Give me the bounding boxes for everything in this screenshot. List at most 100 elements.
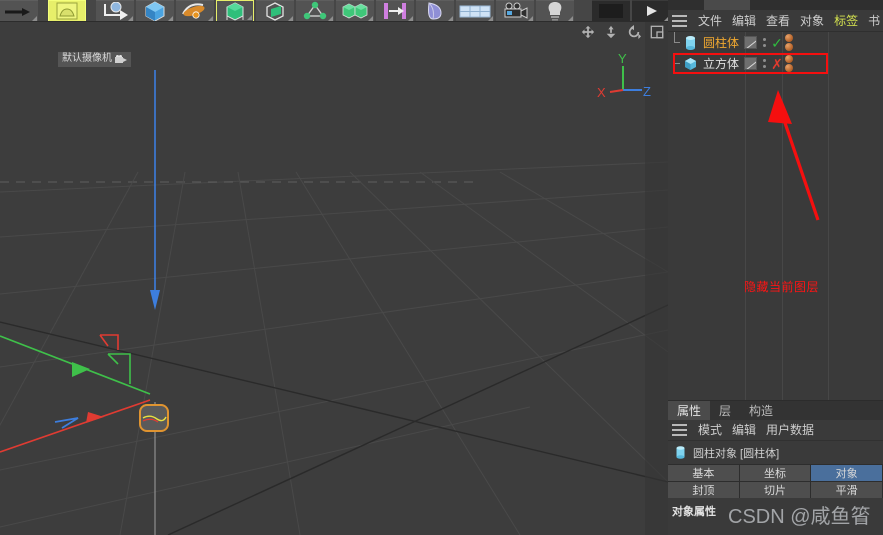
move-tool-button[interactable] <box>96 0 134 21</box>
viewport[interactable]: 默认摄像机 Y Z X <box>0 22 668 535</box>
tag-icon[interactable] <box>785 64 793 72</box>
undo-redo-tool-button[interactable] <box>0 0 38 21</box>
tool-expand-corner[interactable] <box>448 15 453 21</box>
move-view-icon[interactable] <box>581 25 595 39</box>
pan-view-icon[interactable] <box>604 25 618 39</box>
hamburger-icon[interactable] <box>672 424 687 436</box>
cube-blue-icon <box>145 1 165 21</box>
visibility-disabled-icon[interactable]: ✗ <box>771 57 783 71</box>
hamburger-icon[interactable] <box>672 14 687 27</box>
menu-item-tags[interactable]: 标签 <box>829 14 863 28</box>
cube-primitive-tool-button[interactable] <box>216 0 254 21</box>
tool-expand-corner[interactable] <box>408 15 413 21</box>
tool-expand-corner[interactable] <box>247 14 252 20</box>
tool-expand-corner[interactable] <box>528 15 533 21</box>
tool-expand-corner[interactable] <box>128 15 133 21</box>
tab-layers[interactable]: 层 <box>710 401 740 420</box>
cylinder-icon <box>676 446 685 459</box>
object-tags[interactable] <box>785 55 793 72</box>
symmetry-tool-button[interactable] <box>376 0 414 21</box>
mirror-bars-icon <box>384 3 406 19</box>
object-tags[interactable] <box>785 34 793 51</box>
menu-item-bookmarks[interactable]: 书 <box>863 14 883 28</box>
video-camera-icon <box>504 2 528 19</box>
right-panel: 文件 编辑 查看 对象 标签 书 圆柱体 ✓ 立方体 ✗ 隐藏当前图层 属性 层… <box>668 0 883 535</box>
tag-icon[interactable] <box>785 34 793 42</box>
cube-icon <box>685 57 696 70</box>
object-row-controls: ✗ <box>744 57 783 71</box>
material-chip[interactable] <box>744 57 757 70</box>
main-toolbar <box>0 0 668 22</box>
arrow-right-icon <box>5 8 30 16</box>
menu-item-userdata[interactable]: 用户数据 <box>761 423 819 437</box>
light-bulb-icon <box>548 2 562 21</box>
attr-button-object[interactable]: 对象 <box>811 465 883 481</box>
camera-label-text: 默认摄像机 <box>62 53 112 64</box>
tag-icon[interactable] <box>785 55 793 63</box>
live-selection-tool-button[interactable] <box>48 0 86 21</box>
tool-expand-corner[interactable] <box>208 15 213 21</box>
attr-button-slice[interactable]: 切片 <box>739 482 812 498</box>
menu-item-edit[interactable]: 编辑 <box>727 423 761 437</box>
tree-branch-icon <box>670 53 683 74</box>
spline-tool-button[interactable] <box>256 0 294 21</box>
camera-tool-button[interactable] <box>496 0 534 21</box>
rotate-tool-button[interactable] <box>176 0 214 21</box>
bend-shape-icon <box>428 2 442 20</box>
attr-button-coordinates[interactable]: 坐标 <box>739 465 812 481</box>
attr-button-basic[interactable]: 基本 <box>668 465 740 481</box>
viewport-3d-scene <box>0 22 668 535</box>
viewport-nav-controls <box>581 25 664 39</box>
visibility-dots[interactable] <box>763 38 766 47</box>
object-name: 圆柱体 <box>703 35 740 50</box>
tool-expand-corner[interactable] <box>32 15 37 21</box>
cinema4d-window: 默认摄像机 Y Z X 文件 编辑 查看 对象 标签 书 圆柱体 ✓ 立方体 ✗… <box>0 0 883 535</box>
render-to-picture-viewer-button[interactable] <box>632 0 668 21</box>
deformer-tool-button[interactable] <box>416 0 454 21</box>
menu-item-file[interactable]: 文件 <box>693 14 727 28</box>
object-row-cube[interactable]: 立方体 ✗ <box>668 53 883 74</box>
object-manager-tab[interactable] <box>704 0 750 10</box>
visibility-enabled-icon[interactable]: ✓ <box>771 36 783 50</box>
cylinder-icon <box>686 35 695 50</box>
light-tool-button[interactable] <box>536 0 574 21</box>
axis-x-label: X <box>597 85 606 100</box>
material-chip[interactable] <box>744 36 757 49</box>
render-frame-icon <box>599 4 623 18</box>
tool-expand-corner[interactable] <box>488 15 493 21</box>
rotate-view-icon[interactable] <box>627 25 641 39</box>
tool-expand-corner[interactable] <box>568 15 573 21</box>
visibility-dots[interactable] <box>763 59 766 68</box>
menu-item-mode[interactable]: 模式 <box>693 423 727 437</box>
tag-icon[interactable] <box>785 43 793 51</box>
axis-gizmo: Y Z X <box>597 51 651 100</box>
attributes-menubar: 模式 编辑 用户数据 <box>668 420 883 441</box>
column-divider-2 <box>782 32 783 406</box>
menu-item-view[interactable]: 查看 <box>761 14 795 28</box>
annotation-text: 隐藏当前图层 <box>744 280 820 294</box>
tab-structure[interactable]: 构造 <box>740 401 782 420</box>
tool-expand-corner[interactable] <box>168 15 173 21</box>
object-row-cylinder[interactable]: 圆柱体 ✓ <box>668 32 883 53</box>
scale-tool-button[interactable] <box>136 0 174 21</box>
attr-button-caps[interactable]: 封顶 <box>668 482 740 498</box>
render-view-button[interactable] <box>592 0 630 21</box>
tab-attributes[interactable]: 属性 <box>668 401 711 420</box>
menu-item-edit[interactable]: 编辑 <box>727 14 761 28</box>
tool-expand-corner[interactable] <box>368 15 373 21</box>
mograph-tool-button[interactable] <box>336 0 374 21</box>
tool-expand-corner[interactable] <box>328 15 333 21</box>
object-row-controls: ✓ <box>744 36 783 50</box>
menu-item-object[interactable]: 对象 <box>795 14 829 28</box>
two-cubes-icon <box>342 3 368 19</box>
attributes-button-row-1: 基本 坐标 对象 <box>668 464 883 481</box>
attributes-panel: 属性 层 构造 模式 编辑 用户数据 圆柱对象 [圆柱体] 基本 坐标 对象 封… <box>668 400 883 535</box>
object-manager-list[interactable]: 圆柱体 ✓ 立方体 ✗ 隐藏当前图层 <box>668 32 883 406</box>
tool-expand-corner[interactable] <box>288 15 293 21</box>
floor-tool-button[interactable] <box>456 0 494 21</box>
maximize-view-icon[interactable] <box>650 25 664 39</box>
attributes-button-row-2: 封顶 切片 平滑 <box>668 481 883 498</box>
attr-button-smoothing[interactable]: 平滑 <box>811 482 883 498</box>
array-tool-button[interactable] <box>296 0 334 21</box>
tree-branch-icon <box>670 32 683 53</box>
